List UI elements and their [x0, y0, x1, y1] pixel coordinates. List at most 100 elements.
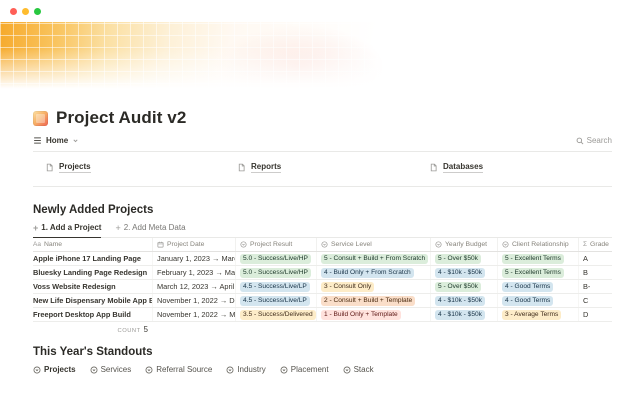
tag-yearly-budget: 4 - $10k - $50k — [435, 310, 485, 320]
cell-project-result[interactable]: 3.5 - Success/Delivered — [235, 308, 316, 321]
cell-service-level[interactable]: 1 - Build Only + Template — [316, 308, 430, 321]
page-cover-image — [0, 22, 640, 96]
column-header-project-date[interactable]: Project Date — [152, 238, 235, 251]
standouts-view-tabs: Projects Services Referral Source Indust… — [33, 365, 612, 374]
search-label: Search — [587, 136, 612, 145]
cell-grade[interactable]: D — [578, 308, 612, 321]
cell-yearly-budget[interactable]: 4 - $10k - $50k — [430, 266, 497, 279]
tag-client-relationship: 3 - Average Terms — [502, 310, 561, 320]
view-tab-projects[interactable]: Projects — [33, 365, 76, 374]
cell-name[interactable]: Voss Website Redesign — [33, 280, 152, 293]
cell-yearly-budget[interactable]: 4 - $10k - $50k — [430, 294, 497, 307]
gallery-view-icon — [226, 366, 234, 374]
tag-project-result: 5.0 - Success/Live/HP — [240, 268, 311, 278]
table-header-row: Aa Name Project Date Project Result — [33, 238, 612, 252]
column-header-grade[interactable]: Σ Grade — [578, 238, 612, 251]
cell-service-level[interactable]: 3 - Consult Only — [316, 280, 430, 293]
gallery-view-icon — [90, 366, 98, 374]
cell-client-relationship[interactable]: 4 - Good Terms — [497, 294, 578, 307]
page-icon[interactable] — [33, 111, 48, 126]
cell-yearly-budget[interactable]: 4 - $10k - $50k — [430, 308, 497, 321]
view-tab-placement[interactable]: Placement — [280, 365, 329, 374]
tag-project-result: 4.5 - Success/Live/LP — [240, 296, 310, 306]
count-label: COUNT — [118, 328, 141, 334]
calendar-icon — [157, 241, 164, 248]
table-row: New Life Dispensary Mobile App Build Nov… — [33, 294, 612, 308]
cell-project-result[interactable]: 5.0 - Success/Live/HP — [235, 266, 316, 279]
view-tab-referral-source[interactable]: Referral Source — [145, 365, 212, 374]
close-button[interactable] — [10, 8, 17, 15]
tag-client-relationship: 5 - Excellent Terms — [502, 254, 564, 264]
tag-yearly-budget: 5 - Over $50k — [435, 282, 481, 292]
quick-link-reports[interactable]: Reports — [225, 162, 417, 173]
column-header-name[interactable]: Aa Name — [33, 238, 152, 251]
view-nav-bar: Home Search — [33, 136, 612, 152]
cell-project-date[interactable]: November 1, 2022 → December 31, 2022 — [152, 294, 235, 307]
tag-client-relationship: 5 - Excellent Terms — [502, 268, 564, 278]
select-property-icon — [240, 241, 247, 248]
cell-service-level[interactable]: 4 - Build Only + From Scratch — [316, 266, 430, 279]
column-header-client-relationship[interactable]: Grade Client Relationship — [497, 238, 578, 251]
tag-yearly-budget: 4 - $10k - $50k — [435, 268, 485, 278]
view-tab-label: Referral Source — [156, 365, 212, 374]
tag-service-level: 1 - Build Only + Template — [321, 310, 401, 320]
quick-link-databases[interactable]: Databases — [417, 162, 609, 173]
cell-project-date[interactable]: February 1, 2023 → March 31, 2023 — [152, 266, 235, 279]
view-tab-industry[interactable]: Industry — [226, 365, 265, 374]
window-controls — [10, 8, 41, 15]
page-link-icon — [45, 163, 54, 172]
cell-grade[interactable]: B — [578, 266, 612, 279]
quick-link-projects[interactable]: Projects — [33, 162, 225, 173]
table-row: Freeport Desktop App Build November 1, 2… — [33, 308, 612, 322]
cell-name[interactable]: Bluesky Landing Page Redesign — [33, 266, 152, 279]
title-property-icon: Aa — [33, 241, 41, 248]
cell-name[interactable]: New Life Dispensary Mobile App Build — [33, 294, 152, 307]
table-count[interactable]: COUNT 5 — [33, 322, 152, 334]
cell-name[interactable]: Freeport Desktop App Build — [33, 308, 152, 321]
cell-grade[interactable]: B- — [578, 280, 612, 293]
tab-label: 1. Add a Project — [41, 223, 101, 232]
tag-client-relationship: 4 - Good Terms — [502, 296, 553, 306]
cell-project-result[interactable]: 4.5 - Success/Live/LP — [235, 280, 316, 293]
quick-links-row: Projects Reports Databases — [33, 152, 612, 187]
view-tab-label: Home — [46, 136, 68, 145]
view-tab-services[interactable]: Services — [90, 365, 132, 374]
cell-project-date[interactable]: November 1, 2022 → March 31, 2023 — [152, 308, 235, 321]
view-tab-label: Services — [101, 365, 132, 374]
cell-service-level[interactable]: 5 - Consult + Build + From Scratch — [316, 252, 430, 265]
cell-client-relationship[interactable]: 5 - Excellent Terms — [497, 252, 578, 265]
select-property-icon — [435, 241, 442, 248]
view-tab-stack[interactable]: Stack — [343, 365, 374, 374]
cell-project-date[interactable]: March 12, 2023 → April 30, 2023 — [152, 280, 235, 293]
section-heading-newly-added: Newly Added Projects — [33, 204, 612, 216]
column-header-project-result[interactable]: Project Result — [235, 238, 316, 251]
cell-project-result[interactable]: 4.5 - Success/Live/LP — [235, 294, 316, 307]
cell-service-level[interactable]: 2 - Consult + Build + Template — [316, 294, 430, 307]
table-row: Voss Website Redesign March 12, 2023 → A… — [33, 280, 612, 294]
select-property-icon — [502, 241, 509, 248]
cell-project-result[interactable]: 5.0 - Success/Live/HP — [235, 252, 316, 265]
chevron-down-icon — [72, 137, 79, 144]
formula-property-icon: Σ — [583, 241, 587, 248]
quick-link-label: Reports — [251, 162, 281, 173]
gallery-view-icon — [33, 366, 41, 374]
search-button[interactable]: Search — [576, 136, 612, 145]
tab-add-meta-data[interactable]: + 2. Add Meta Data — [115, 223, 185, 237]
column-header-service-level[interactable]: Service Level — [316, 238, 430, 251]
zoom-button[interactable] — [34, 8, 41, 15]
cell-client-relationship[interactable]: 3 - Average Terms — [497, 308, 578, 321]
select-property-icon — [321, 241, 328, 248]
column-header-yearly-budget[interactable]: Yearly Budget — [430, 238, 497, 251]
cell-project-date[interactable]: January 1, 2023 → March 31, 2023 — [152, 252, 235, 265]
cell-yearly-budget[interactable]: 5 - Over $50k — [430, 252, 497, 265]
cell-client-relationship[interactable]: 5 - Excellent Terms — [497, 266, 578, 279]
view-tab-home[interactable]: Home — [33, 136, 79, 145]
tag-yearly-budget: 5 - Over $50k — [435, 254, 481, 264]
cell-grade[interactable]: A — [578, 252, 612, 265]
cell-yearly-budget[interactable]: 5 - Over $50k — [430, 280, 497, 293]
cell-grade[interactable]: C — [578, 294, 612, 307]
cell-name[interactable]: Apple iPhone 17 Landing Page — [33, 252, 152, 265]
cell-client-relationship[interactable]: 4 - Good Terms — [497, 280, 578, 293]
tab-add-a-project[interactable]: + 1. Add a Project — [33, 223, 101, 238]
minimize-button[interactable] — [22, 8, 29, 15]
